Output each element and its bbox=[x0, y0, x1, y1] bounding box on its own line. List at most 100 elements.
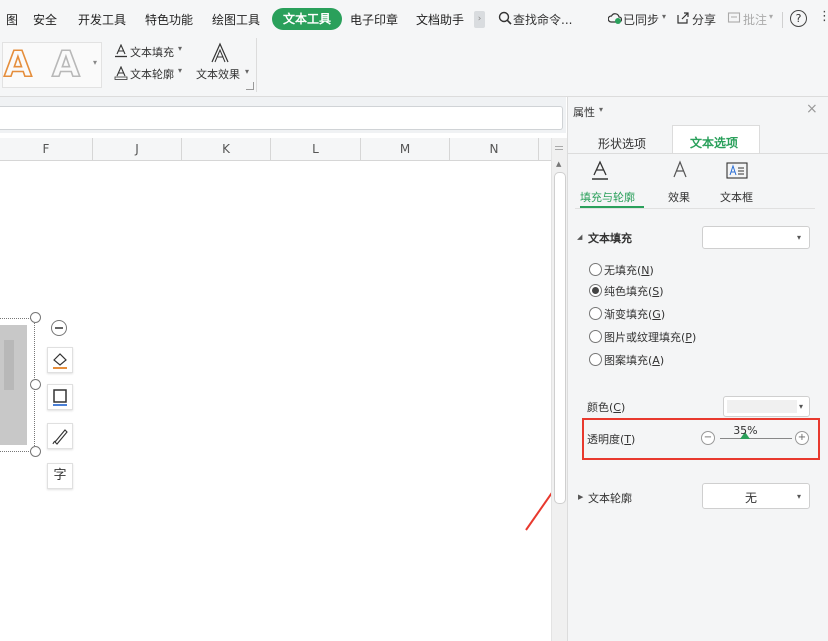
shape-effects-button[interactable] bbox=[47, 423, 73, 449]
brush-icon bbox=[52, 429, 68, 445]
ribbon-divider bbox=[256, 38, 257, 92]
radio-solid-fill[interactable] bbox=[589, 284, 602, 297]
chevron-down-icon: ▾ bbox=[799, 402, 804, 411]
text-effect-icon[interactable] bbox=[670, 160, 690, 182]
more-tabs-button[interactable]: › bbox=[474, 11, 485, 28]
expand-icon[interactable]: ◢ bbox=[577, 233, 582, 241]
panel-title[interactable]: 属性 bbox=[573, 104, 595, 120]
chevron-down-icon: ▾ bbox=[178, 44, 183, 53]
text-fill-section-title[interactable]: 文本填充 bbox=[588, 230, 632, 246]
color-picker[interactable]: ▾ bbox=[723, 396, 810, 417]
sync-label: 已同步 bbox=[623, 13, 660, 27]
shape-outline-button[interactable] bbox=[47, 384, 73, 410]
formula-input[interactable] bbox=[0, 106, 563, 130]
chevron-down-icon: ▾ bbox=[797, 492, 802, 501]
radio-picture-fill[interactable] bbox=[589, 330, 602, 343]
textbox-icon[interactable] bbox=[726, 162, 748, 180]
paint-bucket-icon bbox=[53, 353, 67, 369]
chevron-down-icon: ▾ bbox=[178, 66, 183, 75]
scroll-grip-icon bbox=[555, 146, 563, 147]
menu-item-drawing-tools[interactable]: 绘图工具 bbox=[212, 11, 260, 28]
transparency-decrease-button[interactable]: − bbox=[701, 431, 715, 445]
outline-select-value: 无 bbox=[745, 491, 758, 505]
radio-solid-fill-label: 纯色填充(S) bbox=[604, 285, 664, 298]
resize-handle-right[interactable] bbox=[30, 379, 41, 390]
collapse-arrow-icon[interactable]: ▶ bbox=[578, 493, 583, 501]
column-divider bbox=[538, 138, 539, 160]
transparency-slider[interactable] bbox=[720, 438, 792, 439]
radio-picture-fill-label: 图片或纹理填充(P) bbox=[604, 331, 697, 344]
more-options-icon[interactable]: ⋮ bbox=[818, 9, 828, 24]
fill-outline-icon[interactable] bbox=[590, 160, 610, 182]
text-format-button[interactable]: 字 bbox=[47, 463, 73, 489]
text-fill-icon bbox=[115, 44, 127, 58]
text-outline-section-title[interactable]: 文本轮廓 bbox=[588, 490, 632, 506]
color-label: 颜色(C) bbox=[587, 401, 626, 414]
column-header-k[interactable]: K bbox=[182, 138, 270, 160]
tab-shape-options[interactable]: 形状选项 bbox=[598, 135, 646, 152]
search-icon bbox=[498, 11, 512, 25]
resize-handle-bottom-right[interactable] bbox=[30, 446, 41, 457]
column-header-j[interactable]: J bbox=[93, 138, 181, 160]
radio-no-fill[interactable] bbox=[589, 263, 602, 276]
tab-text-options-label: 文本选项 bbox=[690, 136, 739, 150]
comment-label: 批注 bbox=[743, 13, 768, 27]
radio-pattern-fill-label: 图案填充(A) bbox=[604, 354, 665, 367]
tab-divider bbox=[567, 153, 828, 154]
share-icon bbox=[677, 12, 689, 24]
help-icon[interactable]: ? bbox=[790, 10, 807, 27]
menu-item-doc-assistant[interactable]: 文档助手 bbox=[416, 11, 464, 28]
comment-icon bbox=[727, 12, 741, 23]
chevron-down-icon[interactable]: ▾ bbox=[599, 105, 603, 114]
chevron-down-icon: ▾ bbox=[245, 67, 250, 76]
subtab-fill-outline[interactable]: 填充与轮廓 bbox=[580, 189, 635, 205]
chevron-down-icon: ▾ bbox=[797, 233, 802, 242]
column-header-n[interactable]: N bbox=[450, 138, 538, 160]
radio-gradient-fill[interactable] bbox=[589, 307, 602, 320]
radio-gradient-fill-label: 渐变填充(G) bbox=[604, 308, 666, 321]
column-header-m[interactable]: M bbox=[361, 138, 449, 160]
resize-handle-top-right[interactable] bbox=[30, 312, 41, 323]
shape-outline-icon bbox=[53, 389, 67, 406]
chevron-down-icon: ▾ bbox=[662, 12, 667, 21]
text-format-icon: 字 bbox=[53, 468, 67, 483]
menu-item-security[interactable]: 安全 bbox=[33, 11, 57, 28]
color-swatch bbox=[727, 400, 797, 413]
minus-icon bbox=[55, 327, 63, 329]
text-style-orange[interactable]: A bbox=[3, 43, 32, 86]
fill-preset-select[interactable]: ▾ bbox=[702, 226, 810, 249]
tab-text-tools[interactable]: 文本工具 bbox=[272, 8, 342, 30]
search-command-label: 查找命令... bbox=[513, 13, 573, 27]
menu-item-dev-tools[interactable]: 开发工具 bbox=[78, 11, 126, 28]
column-header-f[interactable]: F bbox=[0, 138, 92, 160]
transparency-value: 35% bbox=[733, 424, 758, 437]
close-icon[interactable]: × bbox=[806, 101, 818, 117]
menu-item-draw[interactable]: 图 bbox=[6, 11, 18, 28]
radio-pattern-fill[interactable] bbox=[589, 353, 602, 366]
column-header-l[interactable]: L bbox=[271, 138, 360, 160]
subtab-effects[interactable]: 效果 bbox=[668, 189, 690, 205]
scrollbar-thumb[interactable] bbox=[554, 172, 566, 504]
cloud-sync-icon bbox=[608, 13, 622, 24]
outline-select[interactable]: 无 ▾ bbox=[702, 483, 810, 509]
shape-fill-button[interactable] bbox=[47, 347, 73, 373]
scroll-up-icon[interactable]: ▲ bbox=[556, 160, 561, 168]
collapse-toolbar-button[interactable] bbox=[51, 320, 67, 336]
text-fill-label: 文本填充 bbox=[130, 46, 174, 59]
text-outline-icon bbox=[114, 66, 128, 80]
transparency-increase-button[interactable]: + bbox=[795, 431, 809, 445]
menu-item-features[interactable]: 特色功能 bbox=[145, 11, 193, 28]
dialog-launcher-icon[interactable] bbox=[246, 82, 254, 90]
share-label: 分享 bbox=[692, 13, 717, 27]
menu-item-e-seal[interactable]: 电子印章 bbox=[350, 11, 398, 28]
text-style-gray[interactable]: A bbox=[51, 43, 80, 86]
subtab-divider bbox=[575, 208, 815, 209]
text-effects-label: 文本效果 bbox=[196, 68, 240, 81]
subtab-textbox[interactable]: 文本框 bbox=[720, 189, 753, 205]
menu-divider bbox=[782, 12, 783, 28]
gallery-expand-icon[interactable]: ▾ bbox=[93, 58, 97, 67]
text-outline-label: 文本轮廓 bbox=[130, 68, 174, 81]
radio-no-fill-label: 无填充(N) bbox=[604, 264, 654, 277]
text-effects-icon bbox=[211, 42, 229, 63]
transparency-label: 透明度(T) bbox=[587, 433, 636, 446]
